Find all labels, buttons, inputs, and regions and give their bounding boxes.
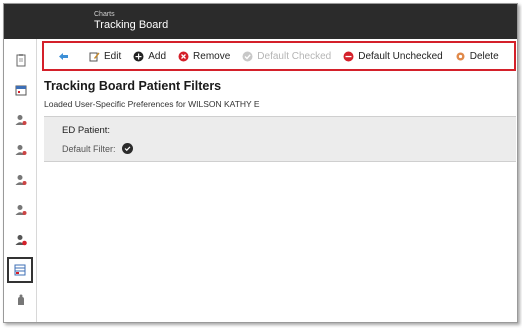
clipboard-icon (16, 54, 26, 67)
default-unchecked-button[interactable]: Default Unchecked (343, 51, 443, 62)
default-unchecked-label: Default Unchecked (358, 50, 443, 62)
tracking-board-icon (14, 264, 26, 276)
filter-row[interactable]: ED Patient: Default Filter: (44, 116, 516, 162)
default-checked-label: Default Checked (257, 50, 332, 62)
person-icon (15, 115, 27, 125)
sidebar-item-person-3[interactable] (10, 169, 32, 191)
filter-name: ED Patient: (62, 125, 111, 136)
sidebar-item-clipboard[interactable] (10, 49, 32, 71)
sidebar-item-person-4[interactable] (10, 199, 32, 221)
page-title: Tracking Board (94, 19, 169, 31)
sidebar (4, 39, 37, 322)
edit-icon (89, 51, 100, 62)
minus-circle-icon (343, 51, 354, 62)
delete-label: Delete (469, 50, 499, 62)
remove-label: Remove (193, 50, 231, 62)
person-icon (15, 205, 27, 215)
calendar-icon (15, 85, 27, 96)
sidebar-item-tracking-board[interactable] (7, 257, 33, 283)
top-header: Charts Tracking Board (4, 4, 517, 39)
plus-circle-icon (133, 51, 144, 62)
sidebar-item-calendar[interactable] (10, 79, 32, 101)
section-title: Tracking Board Patient Filters (44, 79, 222, 93)
app-window: Charts Tracking Board Edit Add Remove De… (3, 3, 518, 323)
add-button[interactable]: Add (133, 51, 166, 62)
check-circle-icon (242, 51, 253, 62)
sidebar-item-person-2[interactable] (10, 139, 32, 161)
delete-button[interactable]: Delete (455, 51, 499, 62)
hand-icon (18, 294, 24, 305)
remove-button[interactable]: Remove (178, 51, 230, 62)
checkmark-icon (121, 143, 133, 154)
person-alert-icon (15, 235, 27, 246)
preferences-subtitle: Loaded User-Specific Preferences for WIL… (44, 99, 260, 109)
back-button[interactable] (58, 51, 73, 62)
add-label: Add (148, 50, 167, 62)
delete-icon (455, 51, 466, 62)
edit-button[interactable]: Edit (89, 51, 121, 62)
person-icon (15, 175, 27, 185)
edit-label: Edit (104, 50, 122, 62)
toolbar: Edit Add Remove Default Checked Default … (42, 41, 516, 71)
default-checked-button[interactable]: Default Checked (242, 51, 331, 62)
sidebar-item-hand[interactable] (10, 289, 32, 311)
filter-default-status: Default Filter: (62, 143, 133, 154)
default-filter-label: Default Filter: (62, 143, 116, 154)
sidebar-item-person-alert[interactable] (10, 229, 32, 251)
remove-circle-icon (178, 51, 189, 62)
person-icon (15, 145, 27, 155)
back-arrow-icon (58, 51, 69, 62)
sidebar-item-person-1[interactable] (10, 109, 32, 131)
breadcrumb[interactable]: Charts (94, 11, 115, 18)
